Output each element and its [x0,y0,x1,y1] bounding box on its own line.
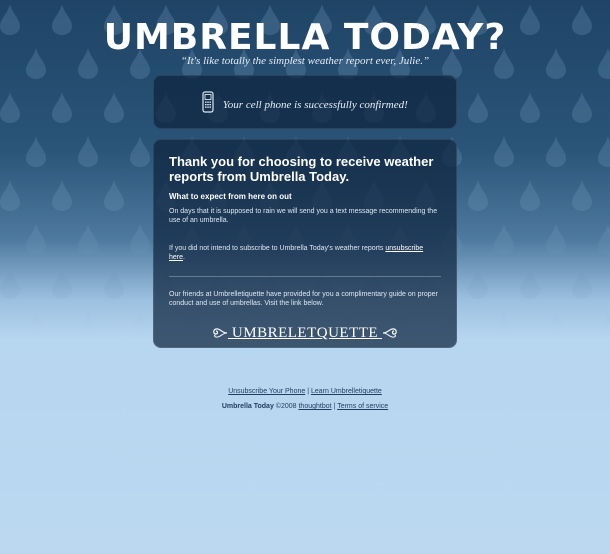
footer-links: Unsubscribe Your Phone | Learn Umbrellet… [0,388,610,395]
copyright: Umbrella Today ©2008 thoughtbot | Terms … [0,403,610,410]
unsubscribe-phone-link[interactable]: Unsubscribe Your Phone [228,388,305,395]
expectations-subheading: What to expect from here on out [169,192,292,201]
unsubscribe-period: . [183,254,185,261]
confirmation-message: Your cell phone is successfully confirme… [222,98,408,111]
site-title: UMBRELLA TODAY? [103,17,507,58]
cell-phone-icon [202,91,214,118]
brand-name: Umbrella Today [221,403,274,410]
content-heading: Thank you for choosing to receive weathe… [169,154,434,184]
rain-text: On days that it is supposed to rain we w… [169,208,438,224]
terms-of-service-link[interactable]: Terms of service [337,403,388,410]
flourish-right-icon [383,328,397,338]
unsubscribe-prefix: If you did not intend to subscribe to Um… [169,245,386,252]
learn-umbrelletiquette-link[interactable]: Learn Umbrelletiquette [311,388,382,395]
content-box: Thank you for choosing to receive weathe… [153,139,457,348]
copyright-year: ©2008 [275,403,297,410]
flourish-left-icon [213,328,227,338]
tagline: “It's like totally the simplest weather … [180,55,430,67]
friends-text: Our friends at Umbrelletiquette have pro… [169,291,438,307]
footer-separator-2: | [333,403,336,410]
confirmation-box: Your cell phone is successfully confirme… [153,75,457,129]
unsubscribe-text: If you did not intend to subscribe to Um… [169,244,441,262]
footer-separator: | [307,388,310,395]
divider [169,276,441,277]
umbrelletiquette-logo-link[interactable]: UMBRELETQUETTE [210,324,400,342]
thoughtbot-link[interactable]: thoughtbot [298,403,331,410]
logo-wordmark: UMBRELETQUETTE [231,324,379,341]
